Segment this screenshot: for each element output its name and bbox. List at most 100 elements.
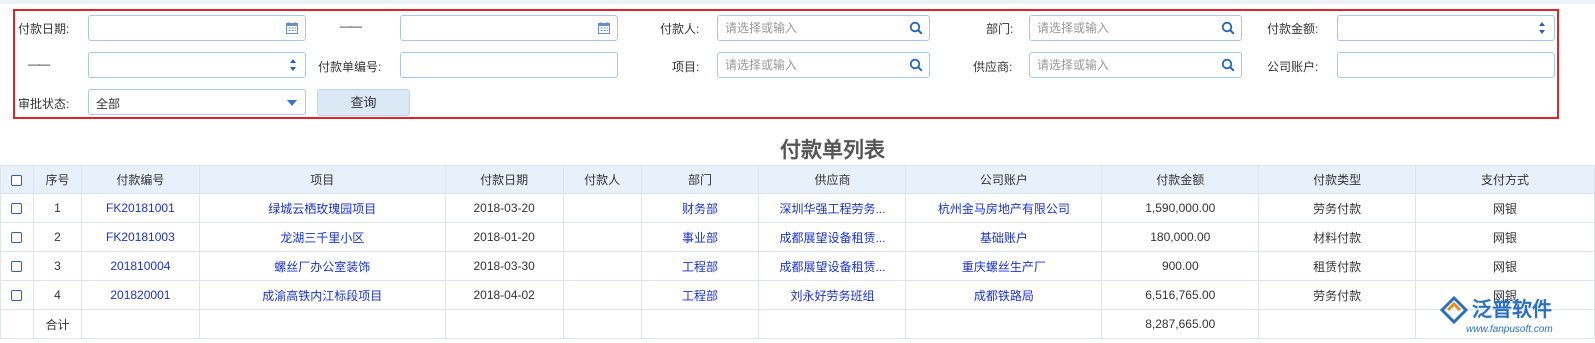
project-input[interactable] <box>718 53 929 77</box>
total-row: 合计 8,287,665.00 <box>0 309 1595 339</box>
supplier-input[interactable] <box>1030 53 1241 77</box>
payment-date-end-input[interactable] <box>401 16 617 40</box>
total-empty <box>905 309 1103 339</box>
payment-date-end-field[interactable] <box>400 15 618 41</box>
logo-url: www.fanpusoft.com <box>1466 324 1553 335</box>
header-dept[interactable]: 部门 <box>640 165 760 194</box>
cell-type: 材料付款 <box>1258 222 1417 252</box>
cell-dept-link[interactable]: 事业部 <box>640 222 760 252</box>
header-code[interactable]: 付款编号 <box>80 165 200 194</box>
cell-dept-link[interactable]: 财务部 <box>640 193 760 223</box>
cell-project-link[interactable]: 绿城云栖玫瑰园项目 <box>198 193 446 223</box>
header-date[interactable]: 付款日期 <box>444 165 564 194</box>
query-button[interactable]: 查询 <box>317 89 410 116</box>
search-icon[interactable] <box>1221 21 1235 35</box>
cell-supplier-link[interactable]: 成都展望设备租赁... <box>758 222 907 252</box>
cell-account-link[interactable]: 重庆螺丝生产厂 <box>905 251 1103 281</box>
header-no[interactable]: 序号 <box>32 165 82 194</box>
approval-status-select[interactable]: 全部 <box>88 89 306 115</box>
cell-amount: 900.00 <box>1101 251 1260 281</box>
amount-min-input[interactable] <box>1338 16 1554 40</box>
payer-input[interactable] <box>718 16 929 40</box>
cell-date: 2018-03-20 <box>444 193 564 223</box>
header-account[interactable]: 公司账户 <box>905 165 1103 194</box>
header-amount[interactable]: 付款金额 <box>1101 165 1260 194</box>
cell-dept-link[interactable]: 工程部 <box>640 280 760 310</box>
top-strip <box>0 0 1595 4</box>
total-empty <box>444 309 564 339</box>
dropdown-caret-icon[interactable] <box>287 100 297 106</box>
row-select[interactable] <box>0 280 34 310</box>
amount-range-dash: —— <box>28 57 50 71</box>
payment-table: 序号 付款编号 项目 付款日期 付款人 部门 供应商 公司账户 付款金额 付款类… <box>0 165 1595 339</box>
cell-account-link[interactable]: 基础账户 <box>905 222 1103 252</box>
cell-supplier-link[interactable]: 深圳华强工程劳务... <box>758 193 907 223</box>
search-icon[interactable] <box>909 21 923 35</box>
total-empty <box>1258 309 1417 339</box>
total-empty <box>198 309 446 339</box>
cell-supplier-link[interactable]: 刘永好劳务班组 <box>758 280 907 310</box>
amount-min-field[interactable] <box>1337 15 1555 41</box>
header-project[interactable]: 项目 <box>198 165 446 194</box>
calendar-icon[interactable] <box>285 21 299 35</box>
checkbox-icon[interactable] <box>11 174 23 186</box>
table-row[interactable]: 2 FK20181003 龙湖三千里小区 2018-01-20 事业部 成都展望… <box>0 222 1595 252</box>
checkbox-icon[interactable] <box>11 261 23 273</box>
checkbox-icon[interactable] <box>11 203 23 215</box>
checkbox-icon[interactable] <box>11 232 23 244</box>
cell-supplier-link[interactable]: 成都展望设备租赁... <box>758 251 907 281</box>
supplier-label: 供应商: <box>973 60 1013 74</box>
payer-field[interactable] <box>717 15 930 41</box>
company-account-field[interactable] <box>1337 52 1555 78</box>
project-field[interactable] <box>717 52 930 78</box>
cell-project-link[interactable]: 龙湖三千里小区 <box>198 222 446 252</box>
cell-account-link[interactable]: 杭州金马房地产有限公司 <box>905 193 1103 223</box>
supplier-field[interactable] <box>1029 52 1242 78</box>
calendar-icon[interactable] <box>597 21 611 35</box>
table-row[interactable]: 1 FK20181001 绿城云栖玫瑰园项目 2018-03-20 财务部 深圳… <box>0 193 1595 223</box>
cell-code-link[interactable]: FK20181003 <box>80 222 200 252</box>
checkbox-icon[interactable] <box>11 290 23 302</box>
table-row[interactable]: 4 201820001 成渝高铁内江标段项目 2018-04-02 工程部 刘永… <box>0 280 1595 310</box>
row-select[interactable] <box>0 193 34 223</box>
row-select[interactable] <box>0 222 34 252</box>
cell-project-link[interactable]: 成渝高铁内江标段项目 <box>198 280 446 310</box>
spinner-icon[interactable] <box>1538 19 1546 37</box>
cell-project-link[interactable]: 螺丝厂办公室装饰 <box>198 251 446 281</box>
header-type[interactable]: 付款类型 <box>1258 165 1417 194</box>
cell-account-link[interactable]: 成都铁路局 <box>905 280 1103 310</box>
row-select[interactable] <box>0 251 34 281</box>
amount-max-input[interactable] <box>89 53 305 77</box>
total-empty <box>640 309 760 339</box>
cell-type: 劳务付款 <box>1258 193 1417 223</box>
payment-date-label: 付款日期: <box>18 22 70 36</box>
cell-dept-link[interactable]: 工程部 <box>640 251 760 281</box>
header-supplier[interactable]: 供应商 <box>758 165 907 194</box>
project-label: 项目: <box>672 60 700 74</box>
company-account-input[interactable] <box>1338 53 1554 77</box>
cell-code-link[interactable]: 201820001 <box>80 280 200 310</box>
table-row[interactable]: 3 201810004 螺丝厂办公室装饰 2018-03-30 工程部 成都展望… <box>0 251 1595 281</box>
cell-amount: 1,590,000.00 <box>1101 193 1260 223</box>
search-icon[interactable] <box>909 58 923 72</box>
doc-no-field[interactable] <box>400 52 618 78</box>
payment-date-start-field[interactable] <box>88 15 306 41</box>
department-field[interactable] <box>1029 15 1242 41</box>
select-all-cell[interactable] <box>0 165 34 194</box>
amount-label: 付款金额: <box>1267 22 1319 36</box>
doc-no-input[interactable] <box>401 53 617 77</box>
cell-method: 网银 <box>1415 193 1595 223</box>
cell-payer <box>562 193 642 223</box>
cell-code-link[interactable]: 201810004 <box>80 251 200 281</box>
cell-code-link[interactable]: FK20181001 <box>80 193 200 223</box>
header-method[interactable]: 支付方式 <box>1415 165 1595 194</box>
spinner-icon[interactable] <box>289 56 297 74</box>
cell-amount: 6,516,765.00 <box>1101 280 1260 310</box>
department-input[interactable] <box>1030 16 1241 40</box>
header-payer[interactable]: 付款人 <box>562 165 642 194</box>
approval-status-value: 全部 <box>96 97 121 111</box>
payment-date-start-input[interactable] <box>89 16 305 40</box>
search-icon[interactable] <box>1221 58 1235 72</box>
amount-max-field[interactable] <box>88 52 306 78</box>
total-empty <box>758 309 907 339</box>
